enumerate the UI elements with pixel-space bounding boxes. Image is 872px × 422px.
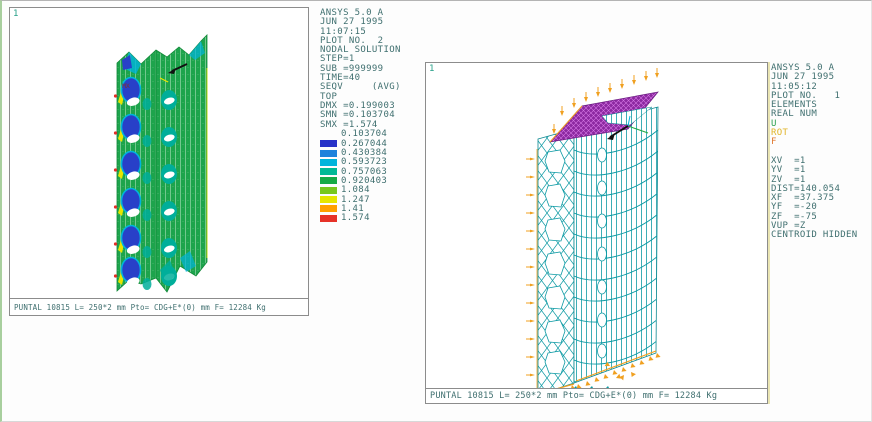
legend-swatch <box>320 159 337 166</box>
annotation-line: CENTROID HIDDEN <box>771 231 858 240</box>
load-label-f: F <box>771 138 858 147</box>
legend-row: 0.920403 <box>320 176 401 185</box>
ansys-screenshot: 1 <box>0 0 872 422</box>
left-caption: PUNTAL 10815 L= 250*2 mm Pto= CDG+E*(0) … <box>10 298 308 315</box>
column-right-face <box>574 107 658 383</box>
elements-model[interactable] <box>426 63 767 389</box>
right-plot-window: 1 <box>425 62 768 404</box>
left-plot-window: 1 <box>9 7 309 316</box>
stress-contour-model[interactable]: MX <box>10 8 308 298</box>
legend-swatch <box>320 205 337 212</box>
legend-swatch <box>320 168 337 175</box>
legend-row: 1.574 <box>320 214 401 223</box>
legend-row: 0.593723 <box>320 158 401 167</box>
legend-swatch <box>320 150 337 157</box>
results-legend: 0.103704 0.267044 0.430384 0.593723 0.75… <box>320 130 401 223</box>
legend-swatch <box>320 215 337 222</box>
legend-row: 1.41 <box>320 204 401 213</box>
legend-row: 1.247 <box>320 195 401 204</box>
boundary-condition-arrows-left <box>526 149 537 389</box>
legend-swatch <box>320 140 337 147</box>
load-label-rot: ROT <box>771 129 858 138</box>
legend-swatch <box>320 187 337 194</box>
legend-row: 0.267044 <box>320 139 401 148</box>
max-stress-label: MX <box>122 82 130 90</box>
left-window-number: 1 <box>13 9 18 19</box>
left-annotation: ANSYS 5.0 A JUN 27 1995 11:07:15 PLOT NO… <box>320 9 401 223</box>
right-annotation: ANSYS 5.0 A JUN 27 1995 11:05:12 PLOT NO… <box>771 64 858 241</box>
legend-min-value: 0.103704 <box>320 130 401 139</box>
legend-row: 0.430384 <box>320 148 401 157</box>
annotation-line: REAL NUM <box>771 110 858 119</box>
legend-swatch <box>320 196 337 203</box>
legend-row: 0.757063 <box>320 167 401 176</box>
legend-swatch <box>320 177 337 184</box>
legend-row: 1.084 <box>320 186 401 195</box>
legend-value: 1.574 <box>341 213 370 223</box>
right-caption: PUNTAL 10815 L= 250*2 mm Pto= CDG+E*(0) … <box>426 388 767 403</box>
right-window-number: 1 <box>429 64 434 74</box>
